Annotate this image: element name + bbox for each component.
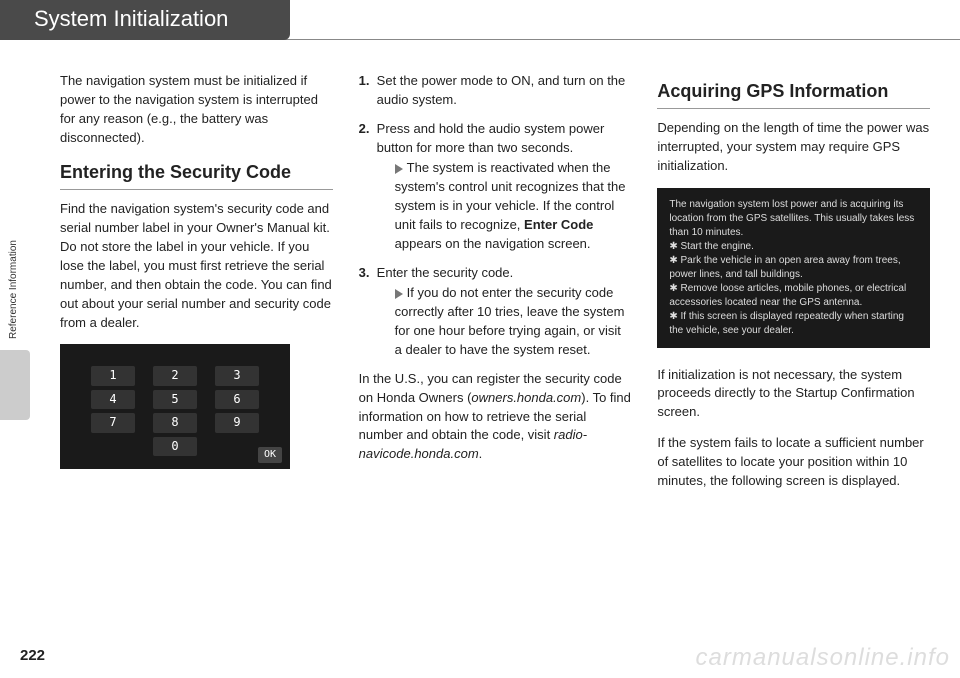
key-1: 1 <box>91 366 135 385</box>
key-5: 5 <box>153 390 197 409</box>
step-1-text: Set the power mode to ON, and turn on th… <box>377 73 626 107</box>
gps-p1: Depending on the length of time the powe… <box>657 119 930 176</box>
step-2-sub: The system is reactivated when the syste… <box>377 159 632 253</box>
heading-rule <box>60 189 333 190</box>
column-1: The navigation system must be initialize… <box>60 72 333 503</box>
content-columns: The navigation system must be initialize… <box>60 72 930 503</box>
step-2-sub-b: appears on the navigation screen. <box>395 236 591 251</box>
key-0: 0 <box>153 437 197 456</box>
key-4: 4 <box>91 390 135 409</box>
page-title: System Initialization <box>34 6 228 31</box>
page-title-bar: System Initialization <box>0 0 290 40</box>
heading-rule <box>657 108 930 109</box>
p-c: . <box>479 446 483 461</box>
side-tab-label: Reference Information <box>8 230 26 350</box>
step-2: 2.Press and hold the audio system power … <box>359 120 632 254</box>
gps-l5: ✱ If this screen is displayed repeatedly… <box>669 310 918 338</box>
watermark: carmanualsonline.info <box>696 644 950 672</box>
key-7: 7 <box>91 413 135 432</box>
heading-entering-code: Entering the Security Code <box>60 159 333 185</box>
gps-l1: The navigation system lost power and is … <box>669 198 918 240</box>
gps-l4: ✱ Remove loose articles, mobile phones, … <box>669 282 918 310</box>
gps-p3: If the system fails to locate a sufficie… <box>657 434 930 491</box>
column-3: Acquiring GPS Information Depending on t… <box>657 72 930 503</box>
key-9: 9 <box>215 413 259 432</box>
page-number: 222 <box>20 647 45 664</box>
heading-gps: Acquiring GPS Information <box>657 78 930 104</box>
step-2-text: Press and hold the audio system power bu… <box>377 121 605 155</box>
intro-paragraph: The navigation system must be initialize… <box>60 72 333 147</box>
gps-l3: ✱ Park the vehicle in an open area away … <box>669 254 918 282</box>
keypad-grid: 1 2 3 4 5 6 7 8 9 0 <box>78 366 272 456</box>
triangle-icon <box>395 164 403 174</box>
step-3-sub: If you do not enter the security code co… <box>377 284 632 359</box>
step-3: 3.Enter the security code. If you do not… <box>359 264 632 360</box>
security-code-paragraph: Find the navigation system's security co… <box>60 200 333 332</box>
key-6: 6 <box>215 390 259 409</box>
column-2: 1.Set the power mode to ON, and turn on … <box>359 72 632 503</box>
key-2: 2 <box>153 366 197 385</box>
keypad-screenshot: 1 2 3 4 5 6 7 8 9 0 OK <box>60 344 290 469</box>
side-bar <box>0 350 30 420</box>
step-3-sub-text: If you do not enter the security code co… <box>395 285 625 357</box>
step-3-text: Enter the security code. <box>377 265 514 280</box>
owners-link: owners.honda.com <box>471 390 581 405</box>
step-1: 1.Set the power mode to ON, and turn on … <box>359 72 632 110</box>
enter-code-bold: Enter Code <box>524 217 593 232</box>
steps-list: 1.Set the power mode to ON, and turn on … <box>359 72 632 360</box>
gps-p2: If initialization is not necessary, the … <box>657 366 930 423</box>
gps-l2: ✱ Start the engine. <box>669 240 918 254</box>
gps-screenshot: The navigation system lost power and is … <box>657 188 930 348</box>
triangle-icon <box>395 289 403 299</box>
key-3: 3 <box>215 366 259 385</box>
keypad-ok: OK <box>258 447 282 464</box>
key-8: 8 <box>153 413 197 432</box>
us-register-paragraph: In the U.S., you can register the securi… <box>359 370 632 464</box>
